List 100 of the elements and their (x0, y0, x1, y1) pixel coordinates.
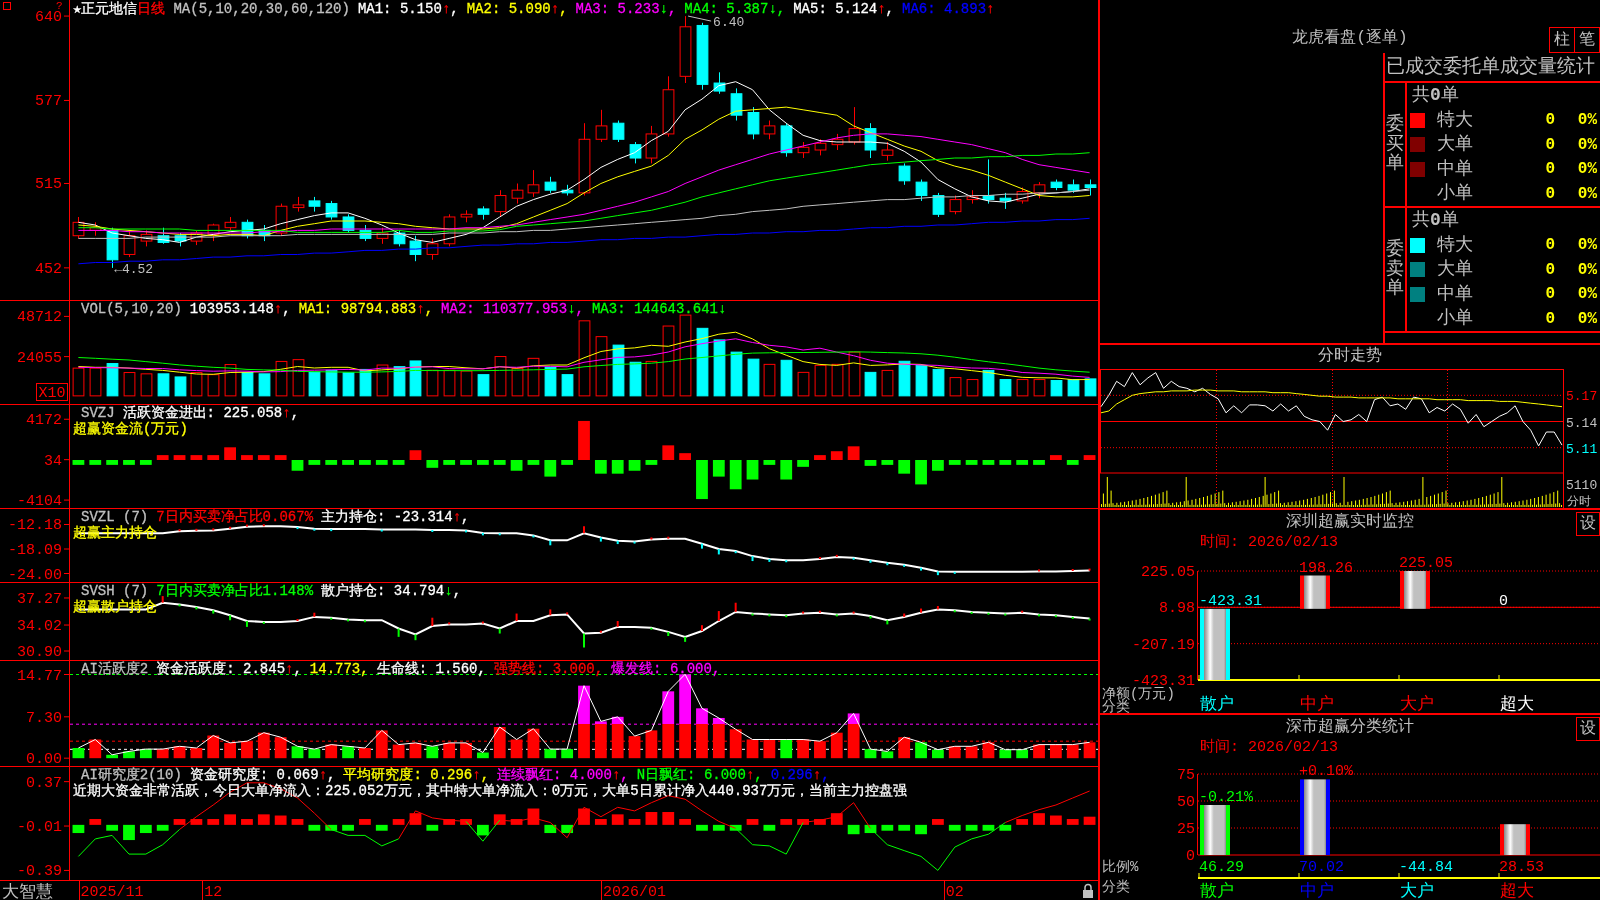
point-marker (431, 616, 434, 628)
order-size-label: 小单 (1437, 182, 1474, 206)
activity-bar (190, 748, 203, 759)
axis-label: 5.11 (1566, 441, 1598, 457)
indicator-value: 平均研究度: 0.296 (343, 767, 473, 783)
hollow-volume-bar (89, 367, 102, 397)
indicator-legend: 超赢资金流(万元) (73, 421, 188, 437)
flow-bar (510, 460, 523, 471)
hollow-volume-bar (207, 374, 220, 397)
flow-bar (375, 460, 388, 465)
flow-bar (898, 460, 911, 474)
candle-wick (820, 138, 821, 156)
flow-bar (679, 453, 691, 460)
research-bar (814, 819, 826, 825)
candle-wick (1056, 179, 1057, 191)
point-marker (229, 614, 232, 622)
research-bar (797, 819, 809, 825)
research-bar (1016, 819, 1029, 825)
point-marker (987, 611, 990, 616)
point-marker (734, 550, 737, 555)
mode-button[interactable]: 柱 (1549, 27, 1575, 53)
point-marker (886, 561, 889, 567)
activity-bar (443, 742, 456, 759)
axis-label: 577 (35, 93, 62, 111)
falling-candle-body (1067, 184, 1080, 191)
activity-bar (611, 716, 624, 759)
date-label: 02 (945, 884, 964, 900)
flow-bar (645, 460, 658, 465)
activity-bar (830, 732, 843, 759)
activity-bar (510, 739, 523, 759)
axis-label: -0.01 (17, 819, 62, 837)
research-bar (628, 819, 641, 825)
research-bar (89, 819, 102, 825)
candle-wick (1022, 187, 1023, 205)
indicator-name: AI研究度2(10) (81, 767, 182, 783)
rising-candle-body (814, 142, 827, 151)
point-marker (465, 529, 468, 534)
point-marker (852, 556, 855, 561)
mode-button[interactable]: 笔 (1574, 27, 1600, 53)
candle-wick (769, 120, 770, 140)
solid-volume-bar (898, 360, 911, 397)
flow-bar (308, 460, 321, 465)
separator-text: , (327, 767, 336, 783)
category-label: 大户 (1400, 882, 1434, 900)
axis-label: -18.09 (8, 542, 62, 559)
point-marker (245, 620, 248, 628)
rising-candle-body (1016, 191, 1029, 202)
activity-bar (426, 746, 439, 759)
rising-candle-body (662, 89, 675, 135)
chart-bar (1500, 824, 1530, 855)
flow-bar (173, 455, 186, 460)
flow-bar (89, 460, 102, 465)
candle-wick (1039, 181, 1040, 199)
indicator-value: 7日内买卖净占比0.067% (156, 509, 314, 525)
falling-candle-body (359, 229, 372, 239)
research-bar (611, 814, 624, 825)
research-bar (1083, 816, 1096, 825)
indicator-value: 0.296 (770, 767, 813, 783)
point-marker (1088, 617, 1091, 622)
candle-wick (854, 106, 855, 146)
point-marker (667, 630, 670, 638)
hollow-volume-bar (848, 351, 861, 397)
axis-label: 37.27 (17, 591, 62, 608)
flow-bar (864, 460, 877, 466)
flow-bar (578, 420, 590, 460)
trend-arrow: ↑ (986, 1, 995, 17)
activity-bar (982, 742, 995, 759)
research-bar (982, 824, 995, 831)
activity-bar (207, 735, 220, 759)
candle-wick (601, 109, 602, 143)
chart-bar (1400, 571, 1430, 609)
point-marker (1088, 567, 1091, 572)
activity-bar (544, 749, 557, 759)
order-size-label: 中单 (1437, 157, 1474, 181)
separator-text: , (885, 1, 894, 17)
settings-button[interactable]: 设 (1576, 717, 1600, 741)
group-label: 委卖单 (1386, 239, 1404, 300)
point-marker (684, 635, 687, 643)
point-marker (936, 605, 939, 611)
indicator-value: MA3: 5.233 (575, 1, 660, 17)
falling-candle-body (241, 221, 254, 237)
hollow-volume-bar (797, 371, 810, 397)
hollow-volume-bar (224, 364, 237, 397)
point-marker (650, 626, 653, 631)
activity-bar (662, 691, 675, 759)
period-label: 日线 (137, 1, 166, 17)
point-marker (616, 620, 619, 628)
settings-button[interactable]: 设 (1576, 512, 1600, 536)
point-marker (886, 619, 889, 626)
activity-bar (89, 739, 102, 759)
point-marker (650, 536, 653, 541)
flow-bar (460, 460, 472, 465)
order-count: 0 (1544, 159, 1555, 181)
activity-bar (123, 751, 135, 759)
falling-candle-body (629, 144, 642, 159)
point-marker (785, 614, 788, 619)
flow-bar (342, 460, 354, 465)
research-bar (1033, 813, 1045, 825)
category-label: 超大 (1500, 882, 1534, 900)
category-label: 大户 (1400, 695, 1434, 713)
